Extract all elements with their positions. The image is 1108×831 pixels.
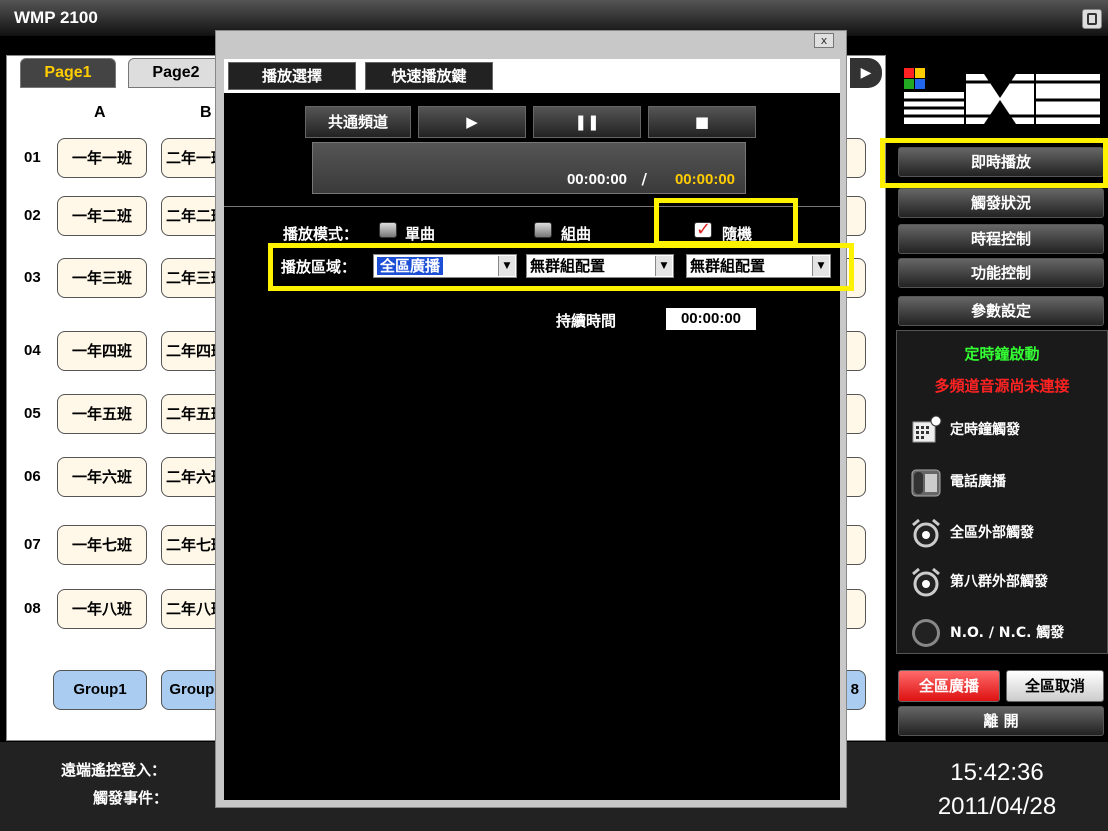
menu-schedule-control[interactable]: 時程控制 (898, 224, 1104, 254)
time-current: 00:00:00 (566, 171, 627, 188)
duration-field[interactable]: 00:00:00 (666, 308, 756, 330)
menu-function-control[interactable]: 功能控制 (898, 258, 1104, 288)
stop-icon[interactable]: ■ (648, 106, 756, 138)
play-icon[interactable]: ▶ (418, 106, 526, 138)
app-title: WMP 2100 (14, 8, 98, 27)
time-total: 00:00:00 (674, 171, 735, 188)
group-label: 組曲 (561, 225, 592, 243)
timer-status: 定時鐘啟動 (964, 345, 1040, 363)
single-checkbox[interactable] (379, 222, 397, 238)
row-number: 08 (24, 600, 41, 617)
menu-trigger-status[interactable]: 觸發狀況 (898, 188, 1104, 218)
zone-button[interactable]: 一年一班 (57, 138, 147, 178)
tab-page1[interactable]: Page1 (20, 58, 116, 88)
trigger-timer[interactable]: 定時鐘觸發 (910, 414, 1020, 446)
all-cancel-button[interactable]: 全區取消 (1006, 670, 1104, 702)
trigger-phone-label: 電話廣播 (950, 474, 1006, 490)
zone-button[interactable]: 一年三班 (57, 258, 147, 298)
group-button[interactable]: Group1 (53, 670, 147, 710)
next-page-icon[interactable]: ▶ (850, 58, 882, 88)
trigger-no-nc[interactable]: N.O. / N.C. 觸發 (910, 617, 1064, 649)
zone-button[interactable]: 一年八班 (57, 589, 147, 629)
time-display: 00:00:00 / 00:00:00 (312, 142, 746, 194)
trigger-all-external-label: 全區外部觸發 (950, 525, 1034, 541)
tab-quick-keys[interactable]: 快速播放鍵 (365, 62, 493, 90)
tab-page2[interactable]: Page2 (128, 58, 224, 88)
highlight-play-area (268, 243, 854, 291)
zone-button[interactable]: 一年四班 (57, 331, 147, 371)
row-number: 06 (24, 468, 41, 485)
group-checkbox[interactable] (534, 222, 552, 238)
window-icon (1087, 13, 1097, 25)
zone-button[interactable]: 一年二班 (57, 196, 147, 236)
row-number: 01 (24, 149, 41, 166)
zone-button[interactable]: 一年七班 (57, 525, 147, 565)
alarm-clock-icon (910, 517, 942, 549)
trigger-phone[interactable]: 電話廣播 (910, 466, 1006, 498)
time-separator: / (641, 170, 647, 188)
source-status: 多頻道音源尚未連接 (934, 377, 1070, 395)
trigger-timer-label: 定時鐘觸發 (950, 422, 1020, 438)
menu-parameter-settings[interactable]: 參數設定 (898, 296, 1104, 326)
window-menu-button[interactable] (1082, 9, 1102, 29)
calendar-icon (910, 414, 942, 446)
clock: 15:42:36 2011/04/28 (886, 742, 1108, 831)
row-number: 02 (24, 207, 41, 224)
clock-time: 15:42:36 (950, 759, 1044, 786)
trigger-event-label: 觸發事件： (93, 789, 169, 807)
knob-icon (910, 617, 942, 649)
zone-button[interactable]: 一年六班 (57, 457, 147, 497)
row-number: 07 (24, 536, 41, 553)
row-number: 04 (24, 342, 41, 359)
all-broadcast-button[interactable]: 全區廣播 (898, 670, 1000, 702)
highlight-random (654, 198, 798, 246)
duration-label: 持續時間 (556, 312, 617, 330)
tab-play-select[interactable]: 播放選擇 (228, 62, 356, 90)
single-label: 單曲 (405, 225, 436, 243)
trigger-all-external[interactable]: 全區外部觸發 (910, 517, 1034, 549)
common-channel-button[interactable]: 共通頻道 (305, 106, 411, 138)
remote-login-label: 遠端遙控登入： (61, 761, 167, 779)
clock-date: 2011/04/28 (937, 793, 1057, 820)
telephone-icon (910, 466, 942, 498)
trigger-no-nc-label: N.O. / N.C. 觸發 (950, 625, 1065, 641)
column-header-b: B (200, 104, 212, 121)
row-number: 05 (24, 405, 41, 422)
highlight-live-play (880, 138, 1108, 188)
column-header-a: A (94, 104, 106, 121)
trigger-group8-external[interactable]: 第八群外部觸發 (910, 566, 1048, 598)
alarm-clock-icon (910, 566, 942, 598)
group-8-label: 8 (850, 681, 859, 698)
bxb-logo (904, 68, 1100, 124)
pause-icon[interactable]: ❚❚ (533, 106, 641, 138)
play-mode-label: 播放模式： (283, 225, 359, 243)
close-icon[interactable]: x (814, 33, 834, 48)
row-number: 03 (24, 269, 41, 286)
trigger-group8-external-label: 第八群外部觸發 (950, 574, 1048, 590)
exit-button[interactable]: 離 開 (898, 706, 1104, 736)
zone-button[interactable]: 一年五班 (57, 394, 147, 434)
